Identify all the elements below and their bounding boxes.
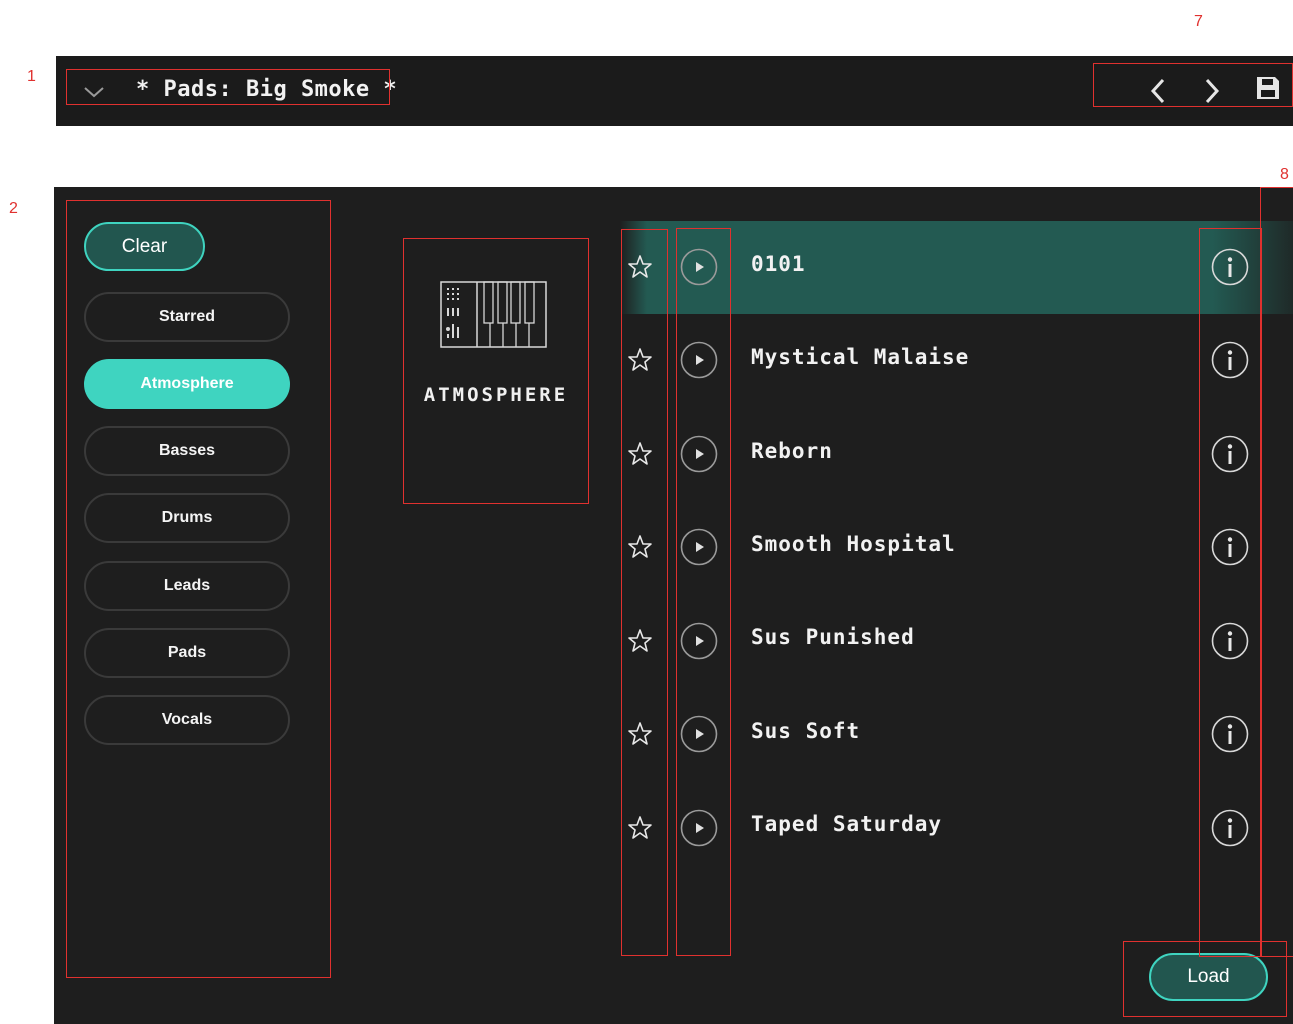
info-icon[interactable] [1211, 341, 1249, 379]
annotation-8: 8 [1280, 166, 1289, 183]
preset-name[interactable]: Sus Punished [751, 625, 915, 649]
keyboard-icon [440, 281, 547, 348]
preset-name[interactable]: Sus Soft [751, 719, 860, 743]
info-icon[interactable] [1211, 435, 1249, 473]
play-icon[interactable] [680, 809, 718, 847]
annotation-7: 7 [1194, 13, 1203, 30]
preset-title[interactable]: * Pads: Big Smoke * [136, 77, 397, 102]
star-icon[interactable] [627, 721, 653, 747]
chevron-down-icon[interactable] [82, 80, 106, 104]
play-icon[interactable] [680, 435, 718, 473]
load-button[interactable]: Load [1149, 953, 1268, 1001]
info-icon[interactable] [1211, 528, 1249, 566]
category-basses-button[interactable]: Basses [84, 426, 290, 476]
info-icon[interactable] [1211, 622, 1249, 660]
preset-name[interactable]: Mystical Malaise [751, 345, 969, 369]
preset-name[interactable]: Taped Saturday [751, 812, 942, 836]
category-pads-button[interactable]: Pads [84, 628, 290, 678]
category-vocals-button[interactable]: Vocals [84, 695, 290, 745]
category-starred-button[interactable]: Starred [84, 292, 290, 342]
star-icon[interactable] [627, 254, 653, 280]
play-icon[interactable] [680, 528, 718, 566]
annotation-2: 2 [9, 200, 18, 217]
chevron-left-icon[interactable] [1146, 76, 1172, 106]
preset-name[interactable]: 0101 [751, 252, 806, 276]
category-title: ATMOSPHERE [423, 384, 569, 406]
play-icon[interactable] [680, 715, 718, 753]
star-icon[interactable] [627, 347, 653, 373]
play-icon[interactable] [680, 341, 718, 379]
star-icon[interactable] [627, 628, 653, 654]
annotation-1: 1 [27, 68, 36, 85]
preset-name[interactable]: Smooth Hospital [751, 532, 956, 556]
info-icon[interactable] [1211, 715, 1249, 753]
star-icon[interactable] [627, 534, 653, 560]
category-atmosphere-button[interactable]: Atmosphere [84, 359, 290, 409]
selected-row-highlight [620, 221, 1293, 314]
chevron-right-icon[interactable] [1198, 76, 1224, 106]
preset-name[interactable]: Reborn [751, 439, 833, 463]
info-icon[interactable] [1211, 248, 1249, 286]
play-icon[interactable] [680, 622, 718, 660]
star-icon[interactable] [627, 441, 653, 467]
category-drums-button[interactable]: Drums [84, 493, 290, 543]
info-icon[interactable] [1211, 809, 1249, 847]
play-icon[interactable] [680, 248, 718, 286]
save-icon[interactable] [1254, 74, 1282, 102]
category-leads-button[interactable]: Leads [84, 561, 290, 611]
clear-button[interactable]: Clear [84, 222, 205, 271]
star-icon[interactable] [627, 815, 653, 841]
